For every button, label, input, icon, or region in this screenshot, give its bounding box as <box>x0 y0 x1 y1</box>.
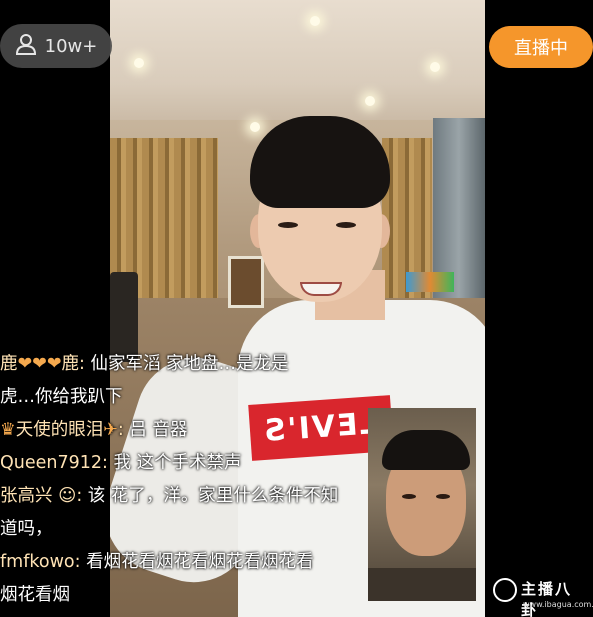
chat-username-suffix: 鹿 <box>61 354 80 374</box>
smile-icon: ☺ <box>52 486 77 506</box>
ceiling-light <box>134 58 144 68</box>
chat-text: 虎…你给我趴下 <box>0 387 123 407</box>
streamer-hair <box>250 116 390 208</box>
chat-message: 张高兴 ☺: 该 花了，洋。家里什么条件不知 <box>0 486 339 506</box>
chat-feed: 鹿❤❤❤鹿: 仙家军滔 家地盘…是龙是 虎…你给我趴下 ♛天使的眼泪✈: 吕 音… <box>0 348 440 612</box>
viewer-count-badge[interactable]: 10w+ <box>0 24 112 68</box>
ceiling-light <box>365 96 375 106</box>
ceiling-light <box>310 16 320 26</box>
chat-text: 我 这个手术禁声 <box>113 453 242 473</box>
chat-username[interactable]: Queen7912 <box>0 453 102 473</box>
watermark-logo-icon <box>493 578 517 602</box>
chat-text: 吕 音器 <box>129 420 188 440</box>
ceiling-light <box>430 62 440 72</box>
live-stream-screen: LEVI'S 10w+ 直播中 鹿❤❤❤鹿: 仙家军滔 家地盘…是龙是 虎…你给… <box>0 0 593 617</box>
sparkle-icon: ✈ <box>103 420 118 440</box>
watermark-brand: 主播八卦 <box>521 580 573 617</box>
streamer-eye <box>336 222 356 228</box>
chat-username[interactable]: fmfkowo <box>0 552 75 572</box>
chat-message-continued: 虎…你给我趴下 <box>0 381 440 414</box>
crown-icon: ♛ <box>0 420 16 440</box>
ceiling-light <box>250 122 260 132</box>
chat-username[interactable]: 张高兴 <box>0 486 53 506</box>
watermark-url: www.ibagua.com.cn <box>523 600 593 609</box>
live-status-badge: 直播中 <box>489 26 593 68</box>
chat-message: fmfkowo: 看烟花看烟花看烟花看烟花看 <box>0 552 314 572</box>
heart-badge: ❤❤❤ <box>17 354 62 374</box>
site-watermark: 主播八卦 www.ibagua.com.cn <box>493 576 593 617</box>
picture-frame <box>228 256 264 308</box>
chat-text: 仙家军滔 家地盘…是龙是 <box>90 354 289 374</box>
chat-message: 鹿❤❤❤鹿: 仙家军滔 家地盘…是龙是 <box>0 354 289 374</box>
chat-text: 看烟花看烟花看烟花看烟花看 <box>86 552 314 572</box>
chat-username[interactable]: 天使的眼泪 <box>16 420 104 440</box>
room-ceiling <box>110 0 485 120</box>
streamer-eye <box>278 222 298 228</box>
chat-text: 烟花看烟 <box>0 585 70 605</box>
chat-text: 该 花了，洋。家里什么条件不知 <box>87 486 339 506</box>
chat-message: Queen7912: 我 这个手术禁声 <box>0 453 242 473</box>
user-icon <box>15 33 37 59</box>
chat-message-continued: 烟花看烟 <box>0 579 440 612</box>
chat-message-continued: 道吗， <box>0 513 440 546</box>
chat-message: ♛天使的眼泪✈: 吕 音器 <box>0 420 188 440</box>
viewer-count: 10w+ <box>44 35 98 57</box>
floor-mat <box>406 272 454 292</box>
chat-username[interactable]: 鹿 <box>0 354 18 374</box>
chat-text: 道吗， <box>0 519 53 539</box>
